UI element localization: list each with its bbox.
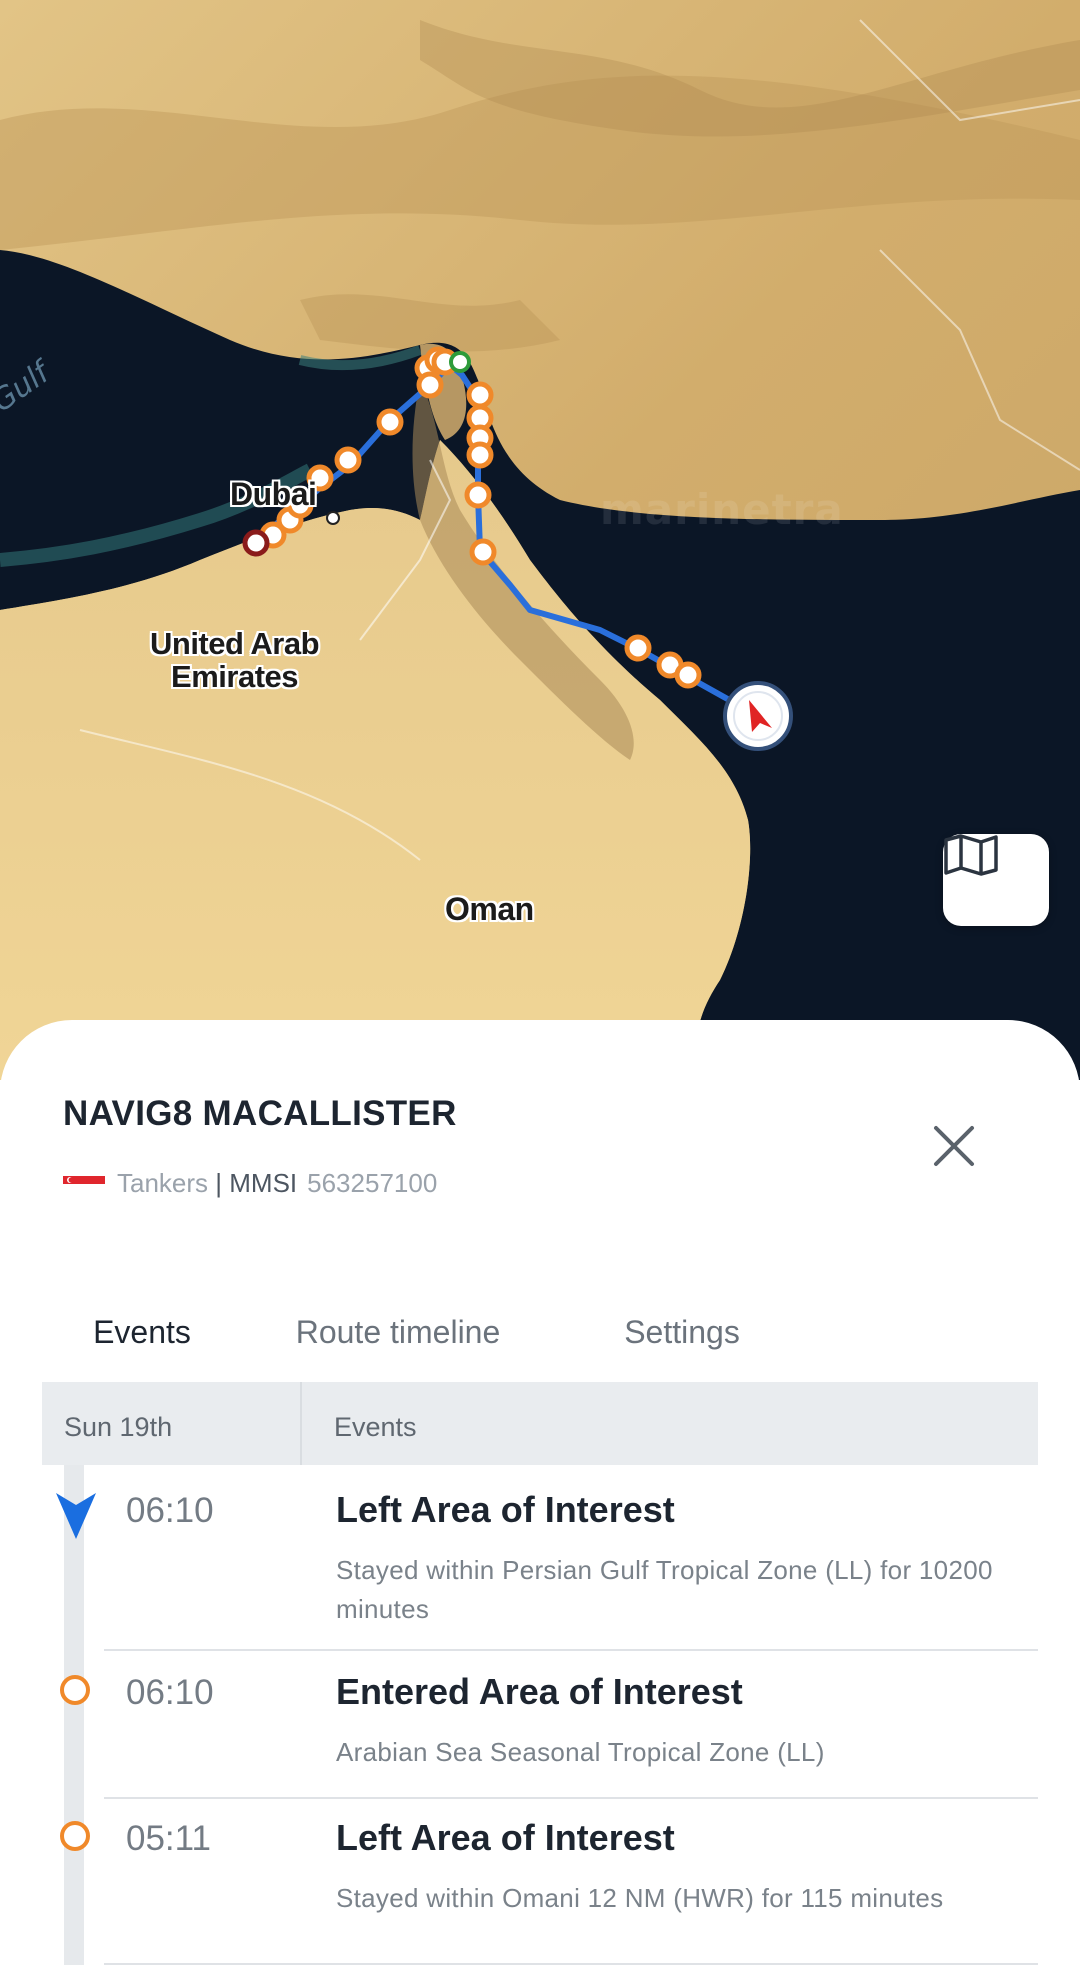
current-position-icon — [56, 1493, 96, 1539]
map-canvas[interactable] — [0, 0, 1080, 1080]
date-column-header: Sun 19th — [42, 1382, 302, 1465]
map-label-uae: United Arab Emirates — [150, 626, 320, 694]
event-circle-icon — [60, 1821, 90, 1851]
vessel-name: NAVIG8 MACALLISTER — [63, 1094, 457, 1133]
map-label-dubai: Dubai — [230, 476, 317, 512]
event-description: Arabian Sea Seasonal Tropical Zone (LL) — [336, 1737, 825, 1767]
event-time: 06:10 — [126, 1491, 214, 1530]
event-description: Stayed within Omani 12 NM (HWR) for 115 … — [336, 1883, 944, 1913]
event-title: Left Area of Interest — [336, 1817, 675, 1858]
event-title: Left Area of Interest — [336, 1489, 675, 1530]
map-watermark: marinetra — [600, 485, 844, 534]
vessel-map[interactable]: Gulf marinetra Dubai United Arab Emirate… — [0, 0, 1080, 1080]
singapore-flag-icon — [63, 1175, 105, 1192]
events-column-header: Events — [334, 1412, 417, 1442]
map-label-oman: Oman — [445, 891, 534, 927]
map-layers-button[interactable] — [943, 834, 1049, 926]
close-button[interactable] — [928, 1120, 980, 1172]
event-description: Stayed within Persian Gulf Tropical Zone… — [336, 1555, 993, 1624]
map-icon — [944, 834, 998, 876]
close-icon — [934, 1126, 974, 1166]
events-table-header: Sun 19th Events — [42, 1382, 1038, 1465]
event-time: 05:11 — [126, 1819, 211, 1858]
vessel-type: Tankers — [117, 1168, 209, 1198]
event-time: 06:10 — [126, 1673, 214, 1712]
vessel-position-marker — [723, 681, 793, 751]
vessel-details-sheet: NAVIG8 MACALLISTER Tankers | MMSI 563257… — [0, 1020, 1080, 1965]
mmsi-label: MMSI — [229, 1168, 298, 1198]
event-row[interactable]: 05:11 Left Area of Interest Stayed withi… — [42, 1799, 1038, 1965]
event-row[interactable]: 06:10 Entered Area of Interest Arabian S… — [42, 1651, 1038, 1799]
event-title: Entered Area of Interest — [336, 1671, 743, 1712]
meta-separator: | — [208, 1168, 230, 1198]
event-circle-icon — [60, 1675, 90, 1705]
event-row[interactable]: 06:10 Left Area of Interest Stayed withi… — [42, 1465, 1038, 1651]
mmsi-value: 563257100 — [307, 1168, 438, 1198]
vessel-meta: Tankers | MMSI 563257100 — [63, 1168, 437, 1199]
